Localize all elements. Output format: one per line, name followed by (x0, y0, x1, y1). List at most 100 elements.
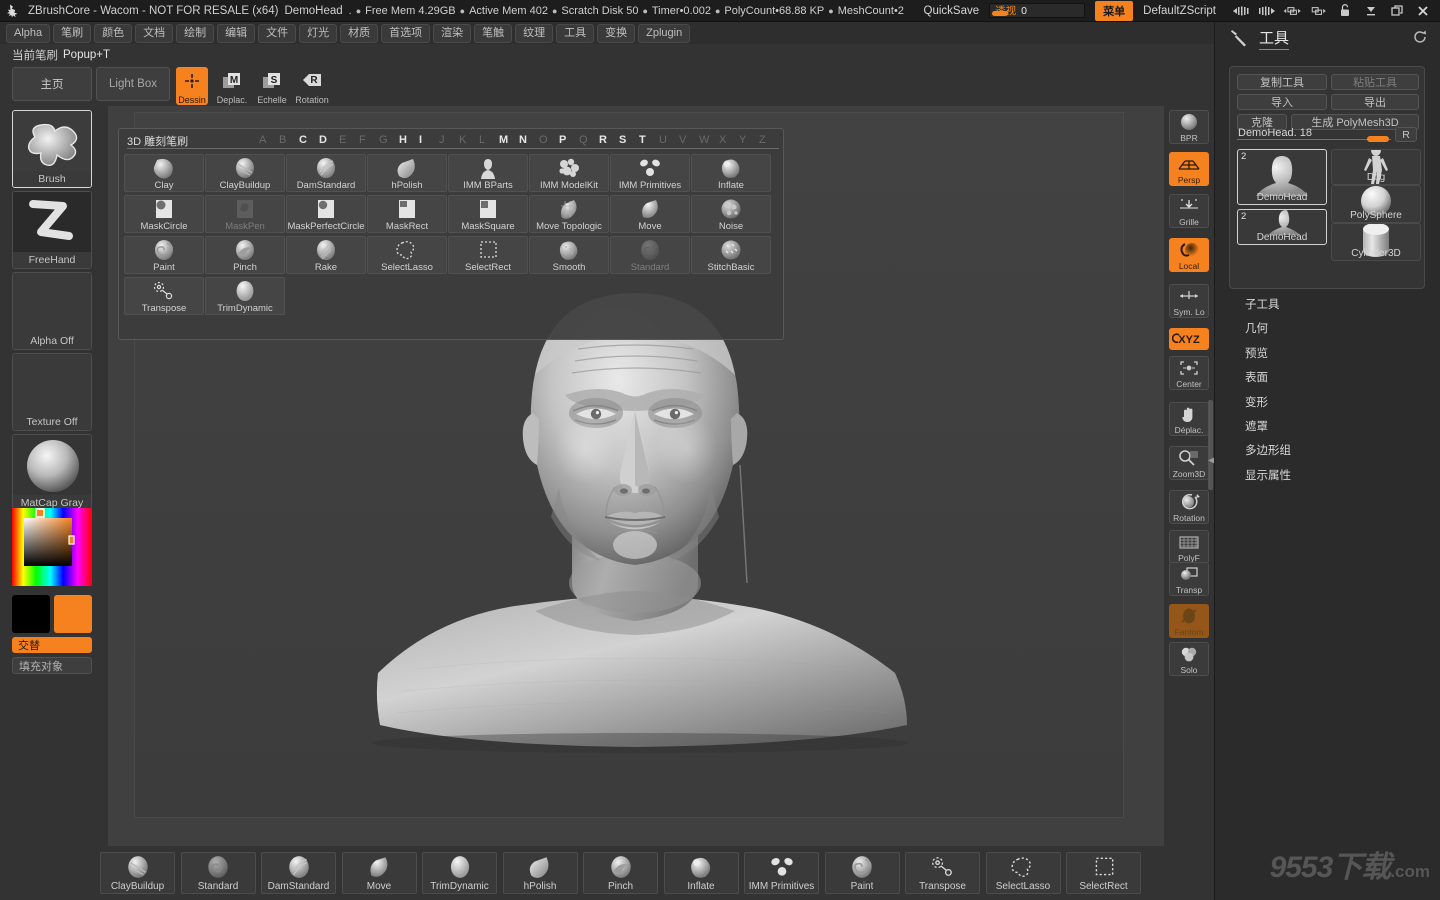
menu-item-变换[interactable]: 变换 (597, 24, 635, 43)
tool-button-0[interactable]: 复制工具 (1237, 74, 1327, 90)
alpha-filter-W[interactable]: W (699, 134, 709, 146)
rail-button-center[interactable]: Center (1169, 356, 1209, 390)
rail-button-bpr[interactable]: BPR (1169, 110, 1209, 144)
menu-item-纹理[interactable]: 纹理 (515, 24, 553, 43)
rail-button-grille[interactable]: Grille (1169, 194, 1209, 228)
alpha-filter-V[interactable]: V (679, 134, 686, 146)
quick-brush-imm-primitives[interactable]: IMM Primitives (744, 852, 819, 894)
tool-section-5[interactable]: 遮罩 (1245, 418, 1268, 434)
lightbox-button[interactable]: Light Box (96, 67, 170, 101)
alpha-filter-D[interactable]: D (319, 134, 327, 146)
menu-item-渲染[interactable]: 渲染 (433, 24, 471, 43)
rail-button-transp[interactable]: Transp (1169, 562, 1209, 596)
nav-right-icon[interactable] (1256, 2, 1278, 20)
brush-cell-move[interactable]: Move (610, 195, 690, 233)
rail-button-solo[interactable]: Solo (1169, 642, 1209, 676)
rail-button-zoom3d[interactable]: Zoom3D (1169, 446, 1209, 480)
tool-section-7[interactable]: 显示属性 (1245, 467, 1291, 483)
alpha-filter-X[interactable]: X (719, 134, 726, 146)
brush-cell-damstandard[interactable]: DamStandard (286, 154, 366, 192)
alpha-filter-K[interactable]: K (459, 134, 466, 146)
alpha-filter-I[interactable]: I (419, 134, 422, 146)
tool-section-3[interactable]: 表面 (1245, 369, 1268, 385)
restore-icon[interactable] (1386, 2, 1408, 20)
alpha-filter-F[interactable]: F (359, 134, 366, 146)
lock-icon[interactable] (1334, 2, 1356, 20)
rail-button-rotation[interactable]: Rotation (1169, 490, 1209, 524)
color-swatches[interactable] (12, 595, 92, 633)
brush-cell-selectlasso[interactable]: SelectLasso (367, 236, 447, 274)
alpha-filter-L[interactable]: L (479, 134, 485, 146)
doc-next-icon[interactable] (1308, 2, 1330, 20)
alpha-filter-U[interactable]: U (659, 134, 667, 146)
menu-item-颜色[interactable]: 颜色 (94, 24, 132, 43)
menu-item-材质[interactable]: 材质 (340, 24, 378, 43)
alpha-filter-Y[interactable]: Y (739, 134, 746, 146)
tool-thumb-cylinder3d[interactable]: Cylinder3D (1331, 223, 1421, 261)
brush-cell-smooth[interactable]: Smooth (529, 236, 609, 274)
menu-item-zplugin[interactable]: Zplugin (638, 24, 690, 43)
brush-cell-claybuildup[interactable]: ClayBuildup (205, 154, 285, 192)
menu-item-笔刷[interactable]: 笔刷 (53, 24, 91, 43)
tool-button-2[interactable]: 导入 (1237, 94, 1327, 110)
quick-brush-transpose[interactable]: Transpose (905, 852, 980, 894)
menu-item-笔触[interactable]: 笔触 (474, 24, 512, 43)
primary-color-swatch[interactable] (54, 595, 92, 633)
brush-popup-panel[interactable]: 3D 雕刻笔刷 ABCDEFGHIJKLMNOPQRSTUVWXYZ ClayC… (118, 128, 784, 340)
quick-brush-hpolish[interactable]: hPolish (503, 852, 578, 894)
rail-button-polyf[interactable]: PolyF (1169, 530, 1209, 564)
left-tile-texture-off[interactable]: Texture Off (12, 353, 92, 431)
tool-section-0[interactable]: 子工具 (1245, 296, 1280, 312)
tool-section-2[interactable]: 预览 (1245, 345, 1268, 361)
tool-section-1[interactable]: 几何 (1245, 320, 1268, 336)
quick-brush-selectrect[interactable]: SelectRect (1066, 852, 1141, 894)
rail-button-persp[interactable]: Persp (1169, 152, 1209, 186)
left-tile-matcap-gray[interactable]: MatCap Gray (12, 434, 92, 512)
alpha-filter-P[interactable]: P (559, 134, 566, 146)
refresh-icon[interactable] (1412, 29, 1428, 45)
mode-button-rotation[interactable]: RRotation (296, 67, 328, 105)
alpha-filter-C[interactable]: C (299, 134, 307, 146)
brush-cell-imm-modelkit[interactable]: IMM ModelKit (529, 154, 609, 192)
quicksave-button[interactable]: QuickSave (924, 5, 980, 17)
brush-cell-trimdynamic[interactable]: TrimDynamic (205, 277, 285, 315)
rail-button-symlo[interactable]: Sym. Lo (1169, 284, 1209, 318)
quick-brush-inflate[interactable]: Inflate (664, 852, 739, 894)
brush-cell-noise[interactable]: Noise (691, 195, 771, 233)
brush-cell-standard[interactable]: Standard (610, 236, 690, 274)
secondary-color-swatch[interactable] (12, 595, 50, 633)
rail-button-déplac[interactable]: Déplac. (1169, 402, 1209, 436)
home-button[interactable]: 主页 (12, 67, 92, 101)
alpha-filter-E[interactable]: E (339, 134, 346, 146)
menu-item-工具[interactable]: 工具 (556, 24, 594, 43)
brush-cell-maskcircle[interactable]: MaskCircle (124, 195, 204, 233)
alpha-filter-Q[interactable]: Q (579, 134, 588, 146)
perspective-slider[interactable]: 透视 0 (989, 3, 1085, 18)
brush-cell-transpose[interactable]: Transpose (124, 277, 204, 315)
color-picker[interactable] (12, 508, 92, 586)
tool-thumb-demohead[interactable]: DemoHead2 (1237, 209, 1327, 245)
tool-thumb-demohead[interactable]: DemoHead2 (1237, 149, 1327, 205)
quick-brush-claybuildup[interactable]: ClayBuildup (100, 852, 175, 894)
brush-cell-hpolish[interactable]: hPolish (367, 154, 447, 192)
left-tile-freehand[interactable]: FreeHand (12, 191, 92, 269)
quick-brush-damstandard[interactable]: DamStandard (261, 852, 336, 894)
tool-button-1[interactable]: 粘贴工具 (1331, 74, 1419, 90)
brush-cell-inflate[interactable]: Inflate (691, 154, 771, 192)
tool-button-3[interactable]: 导出 (1331, 94, 1419, 110)
brush-cell-imm-primitives[interactable]: IMM Primitives (610, 154, 690, 192)
zscript-label[interactable]: DefaultZScript (1143, 5, 1216, 17)
slider-knob[interactable] (1367, 136, 1389, 142)
brush-cell-clay[interactable]: Clay (124, 154, 204, 192)
alpha-filter-O[interactable]: O (539, 134, 548, 146)
tool-thumb-dog[interactable]: Dog (1331, 149, 1421, 185)
brush-cell-move-topologic[interactable]: Move Topologic (529, 195, 609, 233)
alpha-filter-T[interactable]: T (639, 134, 646, 146)
mode-button-deplac[interactable]: MDeplac. (216, 67, 248, 105)
quick-brush-move[interactable]: Move (342, 852, 417, 894)
mode-button-echelle[interactable]: SEchelle (256, 67, 288, 105)
left-tile-alpha-off[interactable]: Alpha Off (12, 272, 92, 350)
minimize-icon[interactable] (1360, 2, 1382, 20)
menu-item-文件[interactable]: 文件 (258, 24, 296, 43)
nav-left-icon[interactable] (1230, 2, 1252, 20)
